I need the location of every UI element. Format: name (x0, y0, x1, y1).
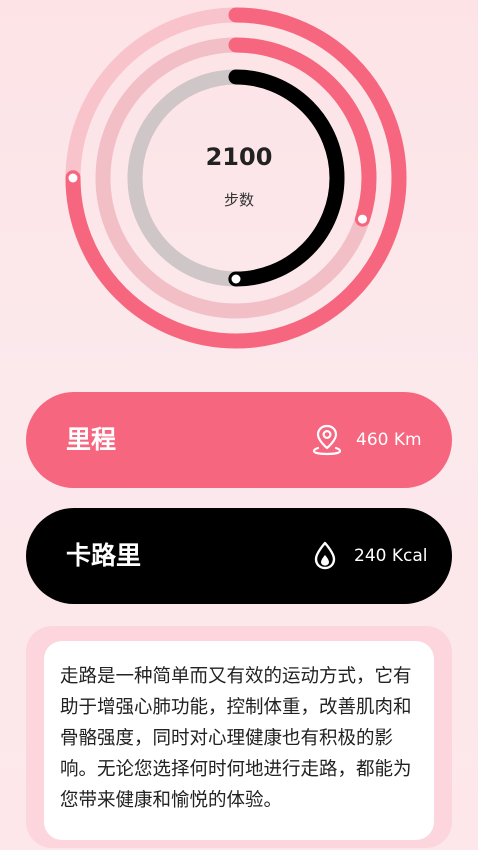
flame-drop-icon (308, 538, 342, 572)
calories-value: 240 Kcal (354, 546, 428, 566)
calories-card[interactable]: 卡路里 240 Kcal (26, 508, 452, 604)
distance-label: 里程 (66, 425, 117, 454)
activity-rings (65, 7, 407, 349)
calories-label: 卡路里 (66, 541, 142, 570)
location-pin-icon (310, 422, 344, 456)
inner-ring-knob (231, 274, 241, 284)
steps-label: 步数 (223, 191, 254, 209)
info-text: 走路是一种简单而又有效的运动方式，它有助于增强心肺功能，控制体重，改善肌肉和骨骼… (60, 666, 412, 811)
steps-value: 2100 (205, 143, 273, 171)
middle-ring-knob (357, 214, 367, 224)
distance-value: 460 Km (356, 430, 422, 450)
distance-card[interactable]: 里程 460 Km (26, 392, 452, 488)
info-card: 走路是一种简单而又有效的运动方式，它有助于增强心肺功能，控制体重，改善肌肉和骨骼… (44, 641, 434, 840)
outer-ring-knob (68, 173, 78, 183)
